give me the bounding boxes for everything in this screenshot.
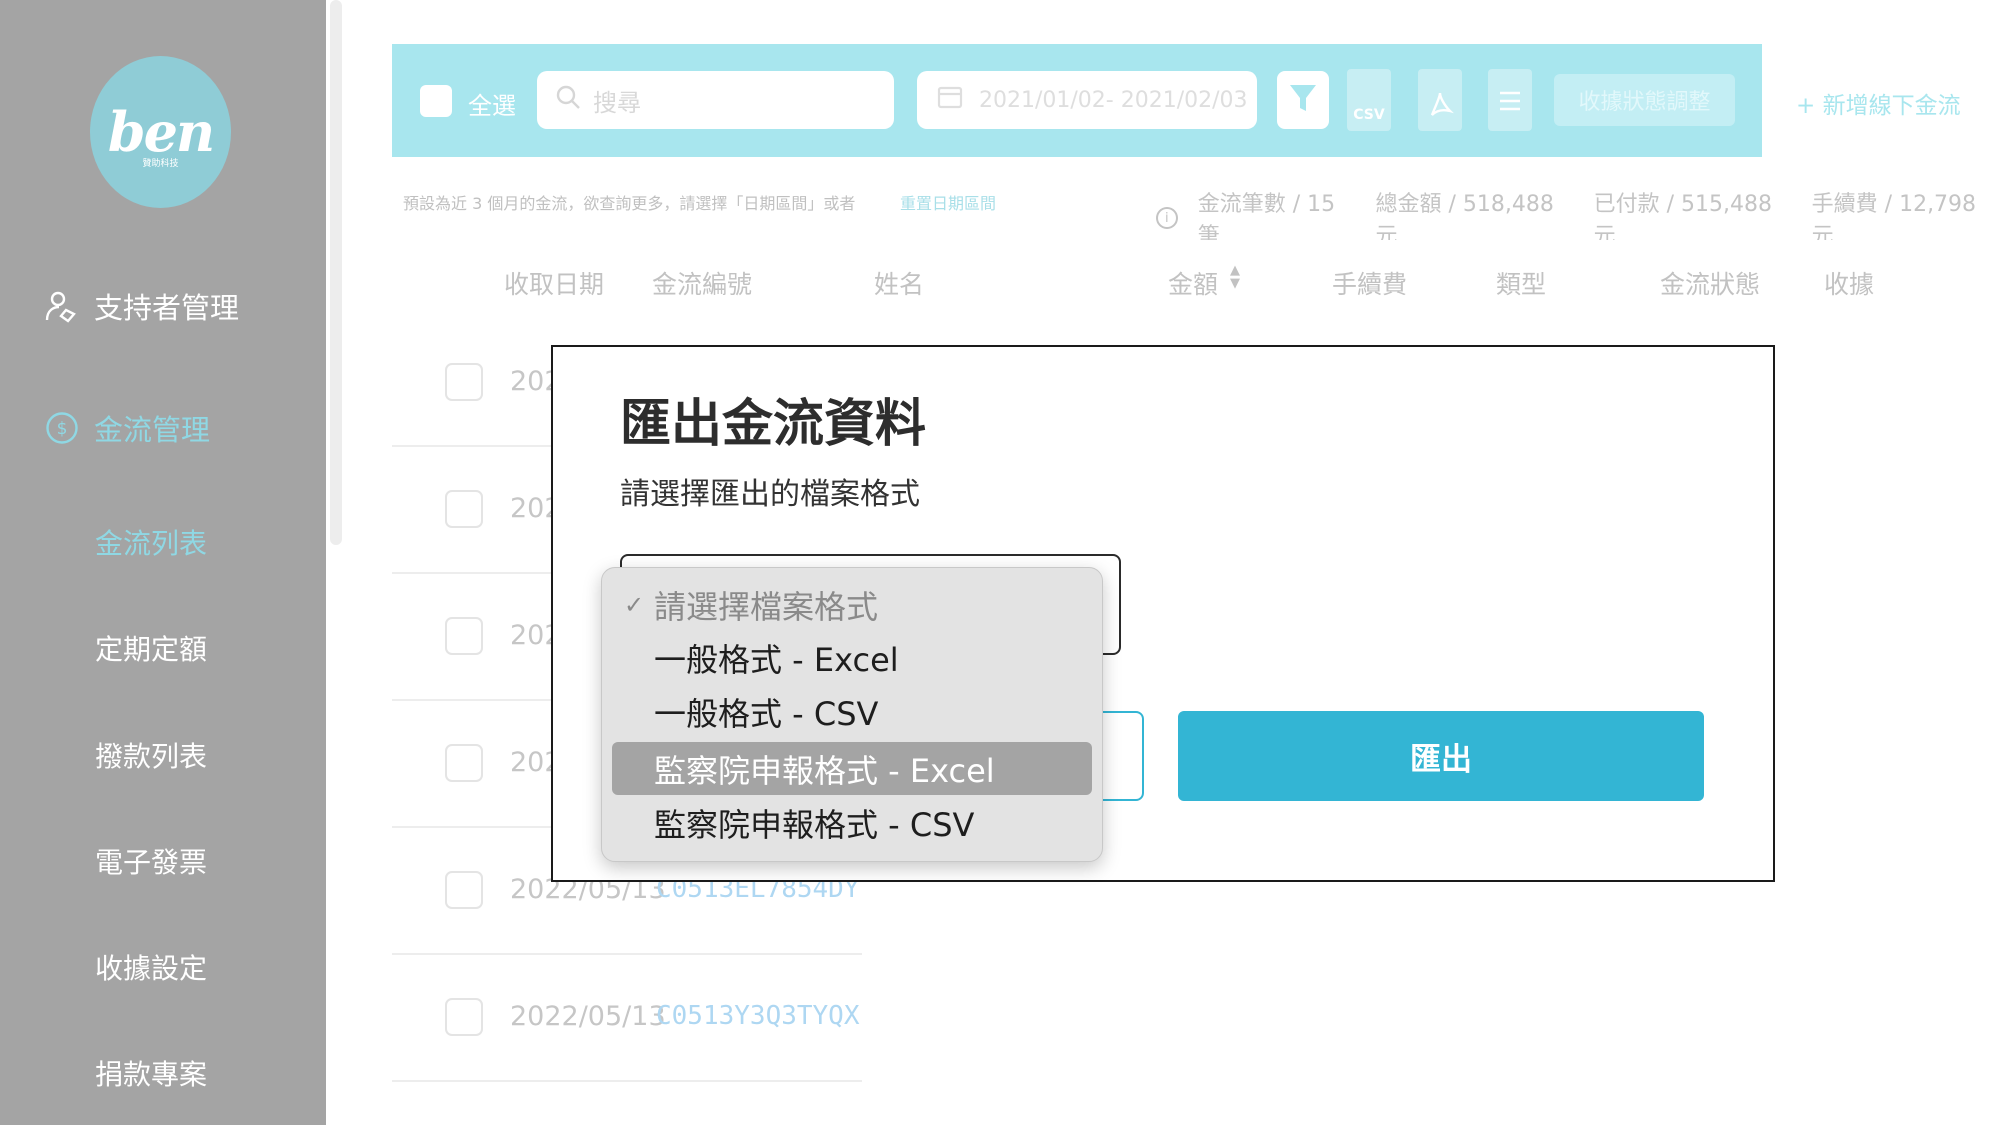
- modal-title: 匯出金流資料: [620, 395, 927, 454]
- modal-subtitle: 請選擇匯出的檔案格式: [620, 477, 920, 512]
- column-header[interactable]: 金額: [1168, 265, 1218, 301]
- pdf-icon: [1426, 89, 1454, 123]
- column-header[interactable]: 類型: [1496, 265, 1546, 301]
- search-input[interactable]: 搜尋: [537, 71, 894, 129]
- option-label: 監察院申報格式 - CSV: [654, 805, 975, 844]
- logo-subtitle: 贊助科技: [142, 159, 179, 169]
- row-checkbox[interactable]: [445, 871, 483, 909]
- select-all-checkbox[interactable]: [420, 85, 452, 117]
- sidebar-scrollbar[interactable]: [330, 0, 342, 545]
- receipt-button[interactable]: [1488, 69, 1532, 131]
- dropdown-option-highlighted[interactable]: 監察院申報格式 - Excel: [612, 742, 1092, 795]
- option-label: 監察院申報格式 - Excel: [654, 751, 995, 790]
- nav-label: 金流管理: [94, 413, 211, 447]
- calendar-icon: [937, 85, 963, 115]
- export-csv-button[interactable]: CSV: [1347, 69, 1391, 131]
- search-placeholder: 搜尋: [593, 88, 641, 117]
- row-checkbox[interactable]: [445, 363, 483, 401]
- column-header[interactable]: 金流狀態: [1660, 265, 1760, 301]
- table-header: 收取日期 金流編號 姓名 金額 ▲ ▼ 手續費 類型 金流狀態 收據: [392, 240, 1992, 320]
- filter-icon: [1288, 81, 1318, 119]
- column-header[interactable]: 姓名: [874, 265, 924, 301]
- column-header[interactable]: 收取日期: [504, 265, 604, 301]
- check-icon: ✓: [624, 590, 645, 619]
- dollar-circle-icon: $: [44, 410, 80, 446]
- sort-icon[interactable]: ▲ ▼: [1230, 264, 1240, 290]
- reset-date-range-link[interactable]: 重置日期區間: [900, 190, 996, 214]
- dropdown-option-placeholder[interactable]: ✓ 請選擇檔案格式: [612, 578, 1092, 631]
- row-checkbox[interactable]: [445, 490, 483, 528]
- nav-label: 支持者管理: [94, 291, 240, 325]
- row-code[interactable]: C0513Y3Q3TYQX: [656, 1001, 860, 1031]
- receipt-status-button[interactable]: 收據狀態調整: [1554, 74, 1735, 126]
- users-icon: [44, 288, 80, 324]
- dropdown-option[interactable]: 監察院申報格式 - CSV: [612, 796, 1092, 849]
- date-range-picker[interactable]: 2021/01/02- 2021/02/03: [917, 71, 1257, 129]
- sidebar-item-payment-list[interactable]: 金流列表: [95, 522, 207, 562]
- table-row[interactable]: 2022/05/13 C0513Y3Q3TYQX: [392, 955, 862, 1082]
- add-offline-payment-link[interactable]: + 新增線下金流: [1796, 86, 1961, 120]
- export-pdf-button[interactable]: [1418, 69, 1462, 131]
- export-button[interactable]: 匯出: [1178, 711, 1704, 801]
- brand-logo[interactable]: ben 贊助科技: [90, 56, 231, 208]
- nav-payment-management[interactable]: $ 金流管理: [0, 407, 326, 449]
- dropdown-option[interactable]: 一般格式 - Excel: [612, 631, 1092, 684]
- row-date: 2022/05/13: [510, 1001, 666, 1032]
- option-label: 一般格式 - CSV: [654, 694, 879, 733]
- search-icon: [555, 84, 581, 117]
- filter-button[interactable]: [1277, 71, 1329, 129]
- receipt-icon: [1496, 85, 1524, 123]
- select-all-label: 全選: [468, 92, 516, 120]
- row-checkbox[interactable]: [445, 617, 483, 655]
- sidebar-item-receipt-settings[interactable]: 收據設定: [95, 947, 207, 987]
- svg-text:$: $: [57, 419, 68, 439]
- nav-supporter-management[interactable]: 支持者管理: [0, 285, 326, 327]
- row-checkbox[interactable]: [445, 998, 483, 1036]
- date-range-value: 2021/01/02- 2021/02/03: [979, 87, 1248, 113]
- logo-text: ben: [107, 100, 215, 164]
- column-header[interactable]: 金流編號: [652, 265, 752, 301]
- option-label: 請選擇檔案格式: [654, 587, 879, 626]
- dropdown-option[interactable]: 一般格式 - CSV: [612, 685, 1092, 738]
- sidebar: ben 贊助科技 支持者管理 $ 金流管理 金流列表 定期定額 撥款列表 電子發…: [0, 0, 326, 1125]
- sidebar-item-donation-projects[interactable]: 捐款專案: [95, 1053, 207, 1093]
- info-icon: i: [1156, 207, 1178, 229]
- sidebar-item-e-invoice[interactable]: 電子發票: [95, 841, 207, 881]
- file-format-dropdown: ✓ 請選擇檔案格式 一般格式 - Excel 一般格式 - CSV 監察院申報格…: [601, 567, 1103, 862]
- filter-toolbar: 全選 搜尋 2021/01/02- 2021/02/03 CSV 收據狀態調整: [392, 44, 1762, 157]
- column-header[interactable]: 收據: [1824, 265, 1874, 301]
- row-checkbox[interactable]: [445, 744, 483, 782]
- date-hint-text: 預設為近 3 個月的金流，欲查詢更多，請選擇「日期區間」或者: [403, 194, 856, 213]
- csv-icon: CSV: [1353, 107, 1385, 123]
- sidebar-item-payout-list[interactable]: 撥款列表: [95, 735, 207, 775]
- sidebar-item-recurring[interactable]: 定期定額: [95, 628, 207, 668]
- column-header[interactable]: 手續費: [1332, 265, 1407, 301]
- option-label: 一般格式 - Excel: [654, 640, 899, 679]
